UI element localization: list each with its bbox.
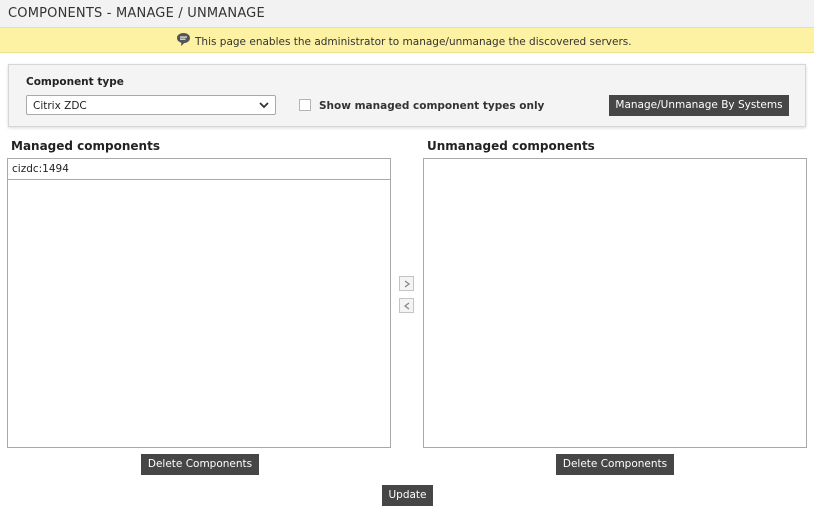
delete-unmanaged-components-button[interactable]: Delete Components [556,454,674,475]
chevron-right-icon [404,280,411,288]
component-type-label: Component type [26,76,124,88]
title-bar: COMPONENTS - MANAGE / UNMANAGE [0,0,814,28]
show-managed-only-checkbox[interactable] [299,99,311,111]
managed-components-list[interactable]: cizdc:1494 [7,158,391,448]
unmanaged-components-title: Unmanaged components [427,139,595,153]
page-title: COMPONENTS - MANAGE / UNMANAGE [8,6,265,21]
component-type-value: Citrix ZDC [33,100,87,112]
show-managed-only-label: Show managed component types only [319,100,545,112]
managed-components-title: Managed components [11,139,160,153]
delete-managed-components-button[interactable]: Delete Components [141,454,259,475]
unmanaged-components-list[interactable] [423,158,807,448]
info-banner: This page enables the administrator to m… [0,28,814,53]
chevron-down-icon [259,102,269,109]
move-to-managed-button[interactable] [399,298,414,313]
speech-bubble-icon [177,33,190,46]
filter-panel: Component type Citrix ZDC Show managed c… [8,64,806,127]
list-item[interactable]: cizdc:1494 [8,159,390,180]
chevron-left-icon [403,302,410,310]
manage-by-systems-button[interactable]: Manage/Unmanage By Systems [609,95,789,116]
move-to-unmanaged-button[interactable] [399,276,414,291]
component-type-select[interactable]: Citrix ZDC [26,95,276,115]
info-message: This page enables the administrator to m… [195,36,632,48]
update-button[interactable]: Update [382,485,433,506]
